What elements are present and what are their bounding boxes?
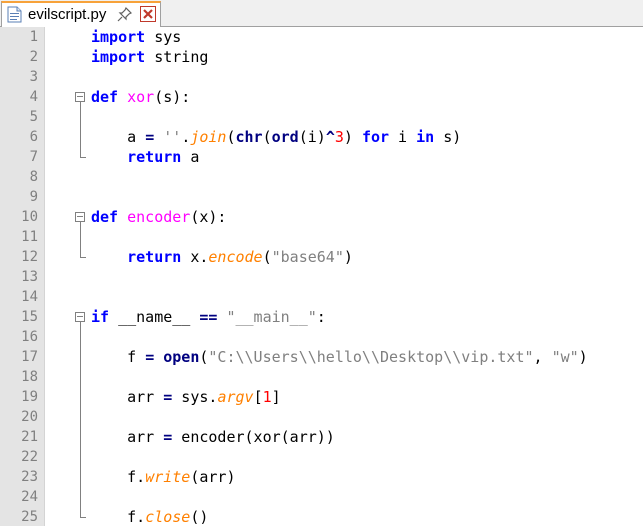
python-file-icon: [7, 6, 22, 23]
code-line[interactable]: 3: [0, 67, 643, 87]
code-line[interactable]: 24: [0, 487, 643, 507]
code-text: f.write(arr): [91, 468, 236, 486]
line-number: 15: [21, 309, 38, 325]
code-line[interactable]: 20: [0, 407, 643, 427]
code-text: f = open("C:\\Users\\hello\\Desktop\\vip…: [91, 348, 588, 366]
line-number: 23: [21, 469, 38, 485]
code-line[interactable]: 23 f.write(arr): [0, 467, 643, 487]
line-number: 21: [21, 429, 38, 445]
code-line[interactable]: 5: [0, 107, 643, 127]
line-number: 17: [21, 349, 38, 365]
code-line[interactable]: 22: [0, 447, 643, 467]
code-text: arr = sys.argv[1]: [91, 388, 281, 406]
line-number: 6: [29, 129, 38, 145]
code-text: if __name__ == "__main__":: [91, 308, 326, 326]
code-line[interactable]: 1 import sys: [0, 27, 643, 47]
code-text: def encoder(x):: [91, 208, 227, 226]
code-line[interactable]: 25 f.close(): [0, 507, 643, 527]
line-number: 24: [21, 489, 38, 505]
code-text: def xor(s):: [91, 88, 191, 106]
line-number: 13: [21, 269, 38, 285]
line-number: 9: [29, 189, 38, 205]
code-line[interactable]: 13: [0, 267, 643, 287]
line-number: 5: [29, 109, 38, 125]
code-line[interactable]: 7 return a: [0, 147, 643, 167]
code-text: f.close(): [91, 508, 209, 526]
line-number: 25: [21, 509, 38, 525]
code-text: return a: [127, 148, 200, 166]
close-icon[interactable]: [140, 6, 156, 22]
code-line[interactable]: 10 def encoder(x):: [0, 207, 643, 227]
tab-label: evilscript.py: [28, 6, 107, 23]
code-text: return x.encode("base64"): [127, 248, 353, 266]
line-number: 14: [21, 289, 38, 305]
code-line[interactable]: 17 f = open("C:\\Users\\hello\\Desktop\\…: [0, 347, 643, 367]
code-text: arr = encoder(xor(arr)): [91, 428, 335, 446]
tab-evilscript[interactable]: evilscript.py: [1, 1, 161, 27]
line-number: 8: [29, 169, 38, 185]
line-number: 3: [29, 69, 38, 85]
tab-bar: evilscript.py: [0, 0, 643, 27]
pin-icon[interactable]: [117, 7, 132, 22]
line-number: 12: [21, 249, 38, 265]
code-line[interactable]: 12 return x.encode("base64"): [0, 247, 643, 267]
line-number: 19: [21, 389, 38, 405]
code-line[interactable]: 6 a = ''.join(chr(ord(i)^3) for i in s): [0, 127, 643, 147]
line-number: 18: [21, 369, 38, 385]
code-line[interactable]: 16: [0, 327, 643, 347]
code-line[interactable]: 11: [0, 227, 643, 247]
code-text: a = ''.join(chr(ord(i)^3) for i in s): [91, 128, 462, 146]
code-line[interactable]: 2 import string: [0, 47, 643, 67]
line-number: 22: [21, 449, 38, 465]
line-number: 10: [21, 209, 38, 225]
code-line[interactable]: 14: [0, 287, 643, 307]
code-text: import sys: [91, 28, 182, 46]
code-line[interactable]: 21 arr = encoder(xor(arr)): [0, 427, 643, 447]
code-line[interactable]: 8: [0, 167, 643, 187]
line-number: 7: [29, 149, 38, 165]
line-number: 16: [21, 329, 38, 345]
line-number: 4: [29, 89, 38, 105]
code-editor[interactable]: 1 import sys 2 import string 3 4 def xor…: [0, 27, 643, 526]
line-number: 11: [21, 229, 38, 245]
code-line[interactable]: 9: [0, 187, 643, 207]
line-number: 2: [29, 49, 38, 65]
code-line[interactable]: 18: [0, 367, 643, 387]
line-number: 20: [21, 409, 38, 425]
code-line[interactable]: 15 if __name__ == "__main__":: [0, 307, 643, 327]
code-text: import string: [91, 48, 209, 66]
code-line[interactable]: 4 def xor(s):: [0, 87, 643, 107]
line-number: 1: [29, 29, 38, 45]
code-line[interactable]: 19 arr = sys.argv[1]: [0, 387, 643, 407]
